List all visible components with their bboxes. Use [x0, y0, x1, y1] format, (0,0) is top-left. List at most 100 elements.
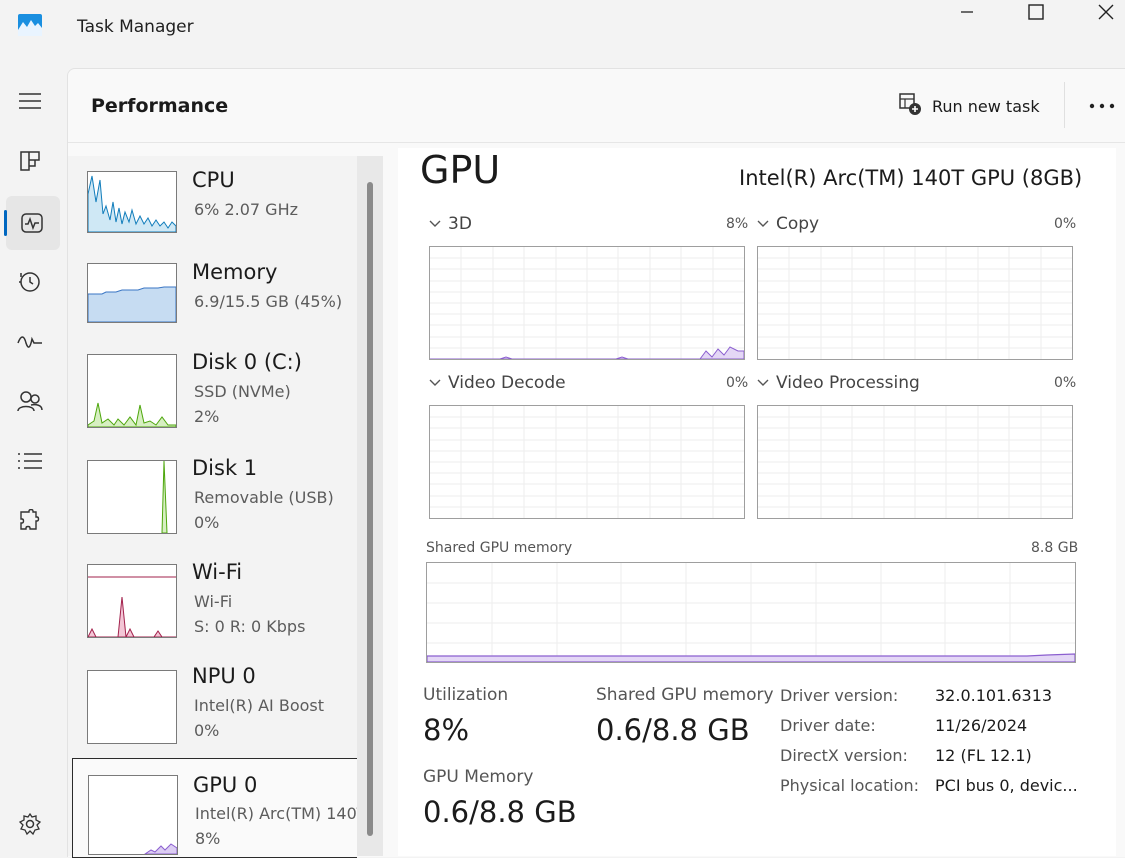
shared-memory-graph-max: 8.8 GB [1031, 540, 1079, 556]
wifi-title: Wi-Fi [192, 560, 243, 584]
driver-version-value: 32.0.101.6313 [935, 686, 1053, 705]
scrollbar-thumb[interactable] [367, 182, 373, 836]
close-icon [1097, 3, 1115, 25]
driver-date-label: Driver date: [780, 716, 876, 735]
hamburger-menu-button[interactable] [12, 85, 48, 121]
engine-copy-label: Copy [776, 214, 820, 234]
nav-selection-indicator [4, 210, 7, 236]
nav-startup-apps[interactable] [12, 325, 48, 361]
gpu-usage: 8% [195, 829, 221, 848]
shared-memory-value: 0.6/8.8 GB [596, 713, 750, 747]
maximize-button[interactable] [1001, 0, 1071, 28]
physical-location-value: PCI bus 0, devic... [935, 776, 1078, 795]
header-separator [1064, 82, 1065, 128]
task-manager-app-icon [18, 14, 42, 36]
gpu-model-name: Intel(R) Arc(TM) 140T GPU (8GB) [739, 166, 1083, 190]
sidebar-item-cpu[interactable]: CPU 6% 2.07 GHz [72, 162, 356, 246]
sidebar-item-memory[interactable]: Memory 6.9/15.5 GB (45%) [72, 254, 356, 338]
disk1-thumbnail-graph [87, 460, 177, 534]
cpu-usage: 6% 2.07 GHz [194, 200, 299, 219]
shared-memory-graph-label: Shared GPU memory [426, 540, 573, 556]
sidebar-item-gpu-0[interactable]: GPU 0 Intel(R) Arc(TM) 140T 8% [72, 758, 357, 858]
engine-video-processing-graph [757, 405, 1073, 519]
disk0-thumbnail-graph [87, 354, 177, 428]
disk1-title: Disk 1 [192, 456, 258, 480]
driver-version-label: Driver version: [780, 686, 899, 705]
cpu-title: CPU [192, 168, 235, 192]
engine-selector-video-decode[interactable]: Video Decode [428, 373, 566, 393]
disk1-type: Removable (USB) [194, 488, 334, 507]
header-divider [68, 142, 1125, 143]
disk0-title: Disk 0 (C:) [192, 350, 302, 374]
sidebar-item-wifi[interactable]: Wi-Fi Wi-Fi S: 0 R: 0 Kbps [72, 556, 356, 652]
wifi-thumbnail-graph [87, 564, 177, 638]
nav-details[interactable] [12, 445, 48, 481]
gpu-name: Intel(R) Arc(TM) 140T [195, 804, 357, 823]
gpu-title: GPU 0 [193, 773, 258, 797]
window-title: Task Manager [77, 17, 194, 37]
nav-performance[interactable] [6, 196, 60, 250]
startup-pulse-icon [17, 331, 43, 355]
physical-location-label: Physical location: [780, 776, 920, 795]
settings-gear-icon [18, 812, 42, 840]
more-options-button[interactable] [1088, 96, 1116, 116]
users-icon [17, 389, 43, 417]
gpu-heading: GPU [420, 148, 501, 192]
memory-thumbnail-graph [87, 263, 177, 323]
engine-3d-graph [429, 246, 745, 360]
close-button[interactable] [1071, 0, 1125, 28]
shared-memory-label: Shared GPU memory [596, 685, 774, 705]
memory-usage: 6.9/15.5 GB (45%) [194, 292, 343, 311]
npu-thumbnail-graph [87, 670, 177, 744]
hamburger-icon [18, 91, 42, 115]
engine-3d-label: 3D [448, 214, 472, 234]
engine-selector-3d[interactable]: 3D [428, 214, 472, 234]
engine-video-decode-graph [429, 405, 745, 519]
nav-services[interactable] [12, 505, 48, 541]
gpu-thumbnail-graph [88, 775, 178, 855]
wifi-type: Wi-Fi [194, 592, 233, 611]
engine-selector-copy[interactable]: Copy [756, 214, 819, 234]
npu-usage: 0% [194, 721, 220, 740]
directx-version-value: 12 (FL 12.1) [935, 746, 1032, 765]
engine-video-processing-label: Video Processing [776, 373, 920, 393]
nav-settings[interactable] [12, 808, 48, 844]
disk0-type: SSD (NVMe) [194, 382, 291, 401]
nav-users[interactable] [12, 385, 48, 421]
engine-video-decode-label: Video Decode [448, 373, 566, 393]
services-puzzle-icon [18, 508, 42, 537]
minimize-icon [959, 4, 975, 24]
disk0-usage: 2% [194, 407, 220, 426]
minimize-button[interactable] [932, 0, 1002, 28]
npu-name: Intel(R) AI Boost [194, 696, 325, 715]
nav-app-history[interactable] [12, 266, 48, 302]
wifi-throughput: S: 0 R: 0 Kbps [194, 617, 306, 636]
more-dots-icon [1088, 101, 1116, 120]
run-new-task-label: Run new task [932, 96, 1040, 116]
chevron-down-icon [428, 214, 442, 234]
engine-copy-percent: 0% [1054, 216, 1077, 232]
page-title: Performance [91, 95, 229, 117]
nav-processes[interactable] [12, 145, 48, 181]
utilization-label: Utilization [423, 685, 509, 705]
sidebar-item-disk-0[interactable]: Disk 0 (C:) SSD (NVMe) 2% [72, 344, 356, 440]
sidebar-item-npu-0[interactable]: NPU 0 Intel(R) AI Boost 0% [72, 660, 356, 752]
disk1-usage: 0% [194, 513, 220, 532]
details-list-icon [17, 451, 43, 475]
engine-copy-graph [757, 246, 1073, 360]
processes-grid-icon [19, 150, 41, 176]
engine-video-decode-percent: 0% [726, 375, 749, 391]
npu-title: NPU 0 [192, 664, 256, 688]
engine-selector-video-processing[interactable]: Video Processing [756, 373, 920, 393]
run-new-task-icon [898, 92, 922, 120]
utilization-value: 8% [423, 713, 470, 747]
chevron-down-icon [428, 373, 442, 393]
sidebar-item-disk-1[interactable]: Disk 1 Removable (USB) 0% [72, 450, 356, 546]
gpu-memory-label: GPU Memory [423, 767, 534, 787]
chevron-down-icon [756, 373, 770, 393]
shared-memory-graph [426, 562, 1076, 663]
cpu-thumbnail-graph [87, 171, 177, 233]
run-new-task-button[interactable]: Run new task [898, 92, 1040, 120]
directx-version-label: DirectX version: [780, 746, 908, 765]
chevron-down-icon [756, 214, 770, 234]
